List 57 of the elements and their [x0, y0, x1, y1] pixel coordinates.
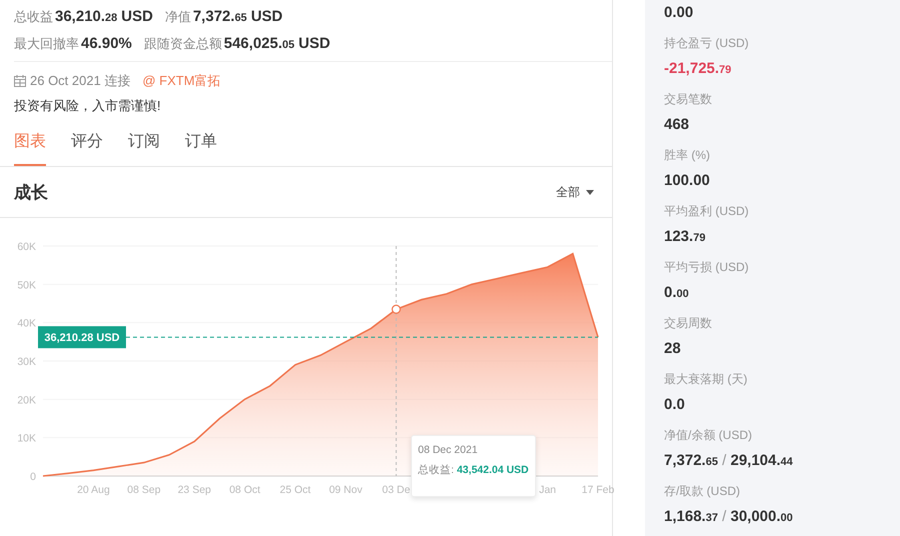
- stat-value: 468: [664, 116, 690, 133]
- stat-label: 平均盈利 (USD): [664, 203, 750, 220]
- stat-value: 100.00: [664, 172, 711, 189]
- y-tick-label: 10K: [17, 432, 36, 445]
- stat-label: 最大衰落期 (天): [664, 371, 748, 388]
- x-tick-label: Jan: [539, 484, 556, 496]
- stat-value: 7,372.65 / 29,104.44: [664, 452, 794, 469]
- stat-value: 36,210.28 USD: [55, 8, 153, 25]
- x-tick-label: 25 Oct: [280, 484, 311, 496]
- caret-icon: [586, 190, 594, 194]
- y-tick-label: 30K: [17, 356, 36, 368]
- tooltip-date: 08 Dec 2021: [418, 444, 479, 456]
- y-tick-label: 0: [30, 471, 36, 483]
- stat-value: 1,168.37 / 30,000.00: [664, 508, 794, 525]
- x-tick-label: 23 Sep: [178, 484, 211, 496]
- stat-label: 平均亏损 (USD): [664, 259, 750, 276]
- tab[interactable]: 订单: [185, 131, 217, 166]
- y-tick-label: 40K: [17, 318, 36, 330]
- y-tick-label: 50K: [17, 279, 36, 292]
- stat-label: 存/取款 (USD): [664, 483, 741, 500]
- stat-label: 净值/余额 (USD): [664, 427, 753, 444]
- stat-value: 7,372.65 USD: [192, 8, 283, 25]
- y-tick-label: 20K: [17, 394, 36, 406]
- stat-value: 546,025.05 USD: [224, 35, 330, 52]
- x-tick-label: 03 De: [382, 484, 410, 496]
- stat-value: 123.79: [664, 228, 706, 245]
- y-tick-label: 60K: [17, 241, 36, 253]
- risk-notice: 投资有风险，入市需谨慎!: [13, 97, 162, 115]
- hover-point: [392, 304, 401, 314]
- stat-label: 持仓盈亏 (USD): [664, 35, 750, 52]
- chart-title: 成长: [14, 182, 48, 204]
- tab[interactable]: 评分: [71, 131, 103, 166]
- x-tick-label: 17 Feb: [582, 484, 614, 496]
- stat-label: 胜率 (%): [664, 147, 711, 164]
- stat-label: 跟随资金总额: [144, 35, 222, 53]
- stat-label: 总收益: [14, 8, 53, 26]
- stat-value: -21,725.79: [664, 60, 732, 77]
- tooltip-value: 43,542.04 USD: [456, 464, 529, 476]
- x-tick-label: 08 Sep: [127, 484, 161, 496]
- stat-label: 交易周数: [664, 315, 713, 332]
- x-tick-label: 09 Nov: [329, 484, 362, 496]
- x-tick-label: 20 Aug: [77, 484, 110, 496]
- stat-value: 0.00: [664, 284, 690, 301]
- stat-value: 0.00: [664, 4, 694, 21]
- x-tick-label: 08 Oct: [229, 484, 260, 496]
- connection-date: 26 Oct 2021 连接: [30, 72, 130, 90]
- stat-label: 交易笔数: [664, 91, 713, 108]
- calendar-icon: [14, 75, 26, 87]
- stat-value: 0.0: [664, 396, 686, 413]
- tooltip-label: 总收益:: [418, 464, 454, 476]
- stat-label: 最大回撤率: [14, 35, 79, 53]
- stat-label: 净值: [164, 8, 191, 26]
- range-dropdown[interactable]: 全部: [556, 184, 594, 200]
- tab[interactable]: 订阅: [128, 131, 160, 166]
- stat-value: 46.90%: [81, 35, 132, 52]
- value-tag-label: 36,210.28 USD: [44, 332, 120, 344]
- stat-value: 28: [664, 340, 682, 357]
